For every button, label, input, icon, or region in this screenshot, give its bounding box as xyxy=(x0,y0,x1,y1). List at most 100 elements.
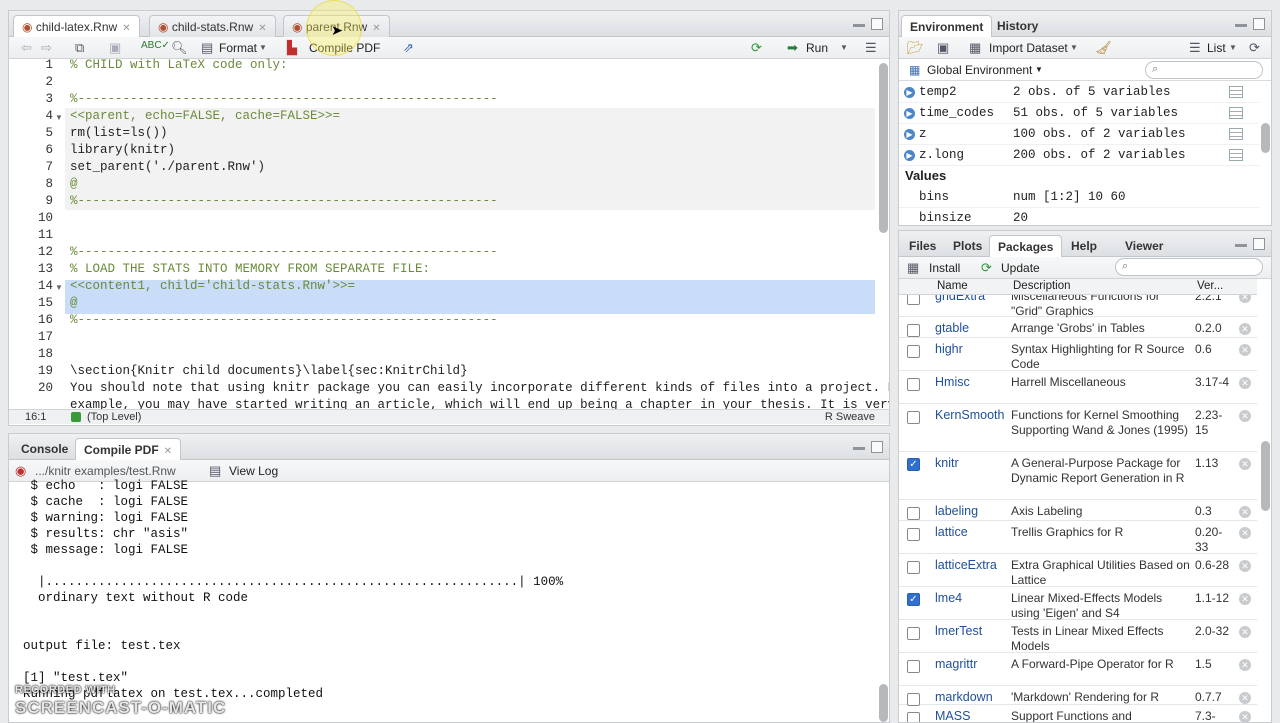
tab-help[interactable]: Help xyxy=(1063,235,1105,257)
environment-row[interactable]: ▶ z 100 obs. of 2 variables xyxy=(899,124,1259,145)
show-in-window-icon[interactable]: ⧉ xyxy=(75,40,84,56)
view-table-icon[interactable] xyxy=(1229,149,1243,161)
spellcheck-icon[interactable]: ABC✓ xyxy=(141,40,170,51)
close-icon[interactable]: ✕ xyxy=(164,446,172,457)
code-line[interactable]: set_parent('./parent.Rnw') xyxy=(70,160,265,174)
package-name-link[interactable]: KernSmooth xyxy=(935,408,1004,422)
expand-icon[interactable]: ▶ xyxy=(904,150,915,161)
minimize-icon[interactable] xyxy=(1235,244,1247,247)
update-button[interactable]: Update xyxy=(1001,261,1040,275)
forward-arrow-icon[interactable]: ⇨ xyxy=(41,40,52,56)
run-button[interactable]: Run xyxy=(806,41,828,55)
package-name-link[interactable]: magrittr xyxy=(935,657,977,671)
remove-package-icon[interactable]: ✕ xyxy=(1239,711,1251,722)
tab-packages[interactable]: Packages xyxy=(989,235,1063,258)
tab-child-stats[interactable]: ◉ child-stats.Rnw ✕ xyxy=(149,15,276,37)
environment-row[interactable]: ▶ z.long 200 obs. of 2 variables xyxy=(899,145,1259,166)
minimize-icon[interactable] xyxy=(853,24,865,27)
remove-package-icon[interactable]: ✕ xyxy=(1239,692,1251,704)
code-line[interactable]: %---------------------------------------… xyxy=(70,245,498,259)
expand-icon[interactable]: ▶ xyxy=(904,129,915,140)
package-name-link[interactable]: knitr xyxy=(935,456,959,470)
packages-search-input[interactable]: ⌕ xyxy=(1115,258,1263,276)
remove-package-icon[interactable]: ✕ xyxy=(1239,593,1251,605)
remove-package-icon[interactable]: ✕ xyxy=(1239,560,1251,572)
minimize-icon[interactable] xyxy=(1235,24,1247,27)
package-name-link[interactable]: lme4 xyxy=(935,591,962,605)
packages-scrollbar[interactable] xyxy=(1261,441,1270,511)
package-name-link[interactable]: markdown xyxy=(935,690,993,704)
back-arrow-icon[interactable]: ⇦ xyxy=(21,40,32,56)
code-line[interactable]: %---------------------------------------… xyxy=(70,313,498,327)
code-line[interactable]: You should note that using knitr package… xyxy=(70,381,889,395)
search-icon[interactable]: 🔍︎ xyxy=(171,40,188,56)
minimize-icon[interactable] xyxy=(853,447,865,450)
package-name-link[interactable]: gridExtra xyxy=(935,295,985,303)
code-line[interactable]: <<parent, echo=FALSE, cache=FALSE>>= xyxy=(70,109,340,123)
remove-package-icon[interactable]: ✕ xyxy=(1239,527,1251,539)
header-name[interactable]: Name xyxy=(937,280,968,292)
save-icon[interactable]: ▣ xyxy=(937,40,949,56)
package-name-link[interactable]: lmerTest xyxy=(935,624,982,638)
fold-icon[interactable]: ▼ xyxy=(55,113,63,122)
package-name-link[interactable]: lattice xyxy=(935,525,968,539)
code-line[interactable]: %---------------------------------------… xyxy=(70,194,498,208)
close-icon[interactable]: ✕ xyxy=(122,23,130,34)
package-checkbox[interactable] xyxy=(907,295,920,305)
console-scrollbar[interactable] xyxy=(879,684,888,722)
code-line[interactable]: <<content1, child='child-stats.Rnw'>>= xyxy=(70,279,355,293)
tab-files[interactable]: Files xyxy=(901,235,944,257)
package-checkbox[interactable] xyxy=(907,712,920,722)
rerun-chunk-icon[interactable]: ⟳ xyxy=(751,40,762,56)
tab-child-latex[interactable]: ◉ child-latex.Rnw ✕ xyxy=(13,15,140,38)
tab-environment[interactable]: Environment xyxy=(901,15,993,38)
code-line[interactable]: @ xyxy=(70,177,78,191)
expand-icon[interactable]: ▶ xyxy=(904,108,915,119)
package-name-link[interactable]: labeling xyxy=(935,504,978,518)
stop-icon[interactable]: ◉ xyxy=(15,463,26,479)
package-checkbox[interactable]: ✓ xyxy=(907,458,920,471)
refresh-icon[interactable]: ⟳ xyxy=(1249,40,1260,56)
environment-scrollbar[interactable] xyxy=(1261,123,1270,153)
remove-package-icon[interactable]: ✕ xyxy=(1239,344,1251,356)
publish-icon[interactable]: ⇗ xyxy=(403,40,414,56)
package-checkbox[interactable] xyxy=(907,324,920,337)
code-line[interactable]: @ xyxy=(70,296,78,310)
package-name-link[interactable]: latticeExtra xyxy=(935,558,997,572)
remove-package-icon[interactable]: ✕ xyxy=(1239,323,1251,335)
file-mode[interactable]: R Sweave xyxy=(825,411,875,423)
remove-package-icon[interactable]: ✕ xyxy=(1239,410,1251,422)
remove-package-icon[interactable]: ✕ xyxy=(1239,458,1251,470)
open-folder-icon[interactable]: 📂︎ xyxy=(907,40,924,56)
import-dataset-button[interactable]: Import Dataset xyxy=(989,41,1068,55)
tab-viewer[interactable]: Viewer xyxy=(1117,235,1171,257)
remove-package-icon[interactable]: ✕ xyxy=(1239,506,1251,518)
install-button[interactable]: Install xyxy=(929,261,960,275)
fold-icon[interactable]: ▼ xyxy=(55,283,63,292)
package-name-link[interactable]: Hmisc xyxy=(935,375,970,389)
expand-icon[interactable]: ▶ xyxy=(904,87,915,98)
editor-scrollbar[interactable] xyxy=(879,63,888,233)
package-name-link[interactable]: highr xyxy=(935,342,963,356)
close-icon[interactable]: ✕ xyxy=(258,23,266,34)
code-line[interactable]: library(knitr) xyxy=(70,143,175,157)
package-checkbox[interactable] xyxy=(907,345,920,358)
broom-icon[interactable]: 🧹︎ xyxy=(1095,40,1112,56)
package-checkbox[interactable] xyxy=(907,507,920,520)
package-checkbox[interactable] xyxy=(907,660,920,673)
value-row[interactable]: bins num [1:2] 10 60 xyxy=(899,187,1259,208)
tab-history[interactable]: History xyxy=(989,15,1046,37)
package-checkbox[interactable] xyxy=(907,378,920,391)
remove-package-icon[interactable]: ✕ xyxy=(1239,377,1251,389)
scope-indicator[interactable]: (Top Level) xyxy=(87,411,141,423)
view-table-icon[interactable] xyxy=(1229,107,1243,119)
code-line[interactable]: % CHILD with LaTeX code only: xyxy=(70,58,288,72)
chevron-down-icon[interactable]: ▼ xyxy=(840,43,848,52)
outline-icon[interactable]: ☰ xyxy=(865,40,877,56)
package-checkbox[interactable] xyxy=(907,411,920,424)
view-table-icon[interactable] xyxy=(1229,128,1243,140)
code-line[interactable]: %---------------------------------------… xyxy=(70,92,498,106)
tab-compile-pdf[interactable]: Compile PDF ✕ xyxy=(75,438,182,461)
package-checkbox[interactable] xyxy=(907,627,920,640)
environment-search-input[interactable]: ⌕ xyxy=(1145,61,1263,79)
